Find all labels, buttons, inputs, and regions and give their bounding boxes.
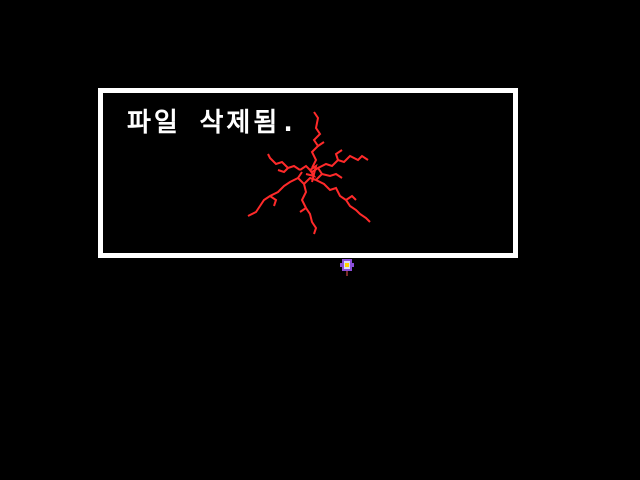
game-screen: 파일 삭제됨. bbox=[0, 0, 640, 480]
flower-character-icon bbox=[340, 259, 354, 276]
dialog-text: 파일 삭제됨. bbox=[127, 108, 299, 138]
dialog-box: 파일 삭제됨. bbox=[98, 88, 518, 258]
